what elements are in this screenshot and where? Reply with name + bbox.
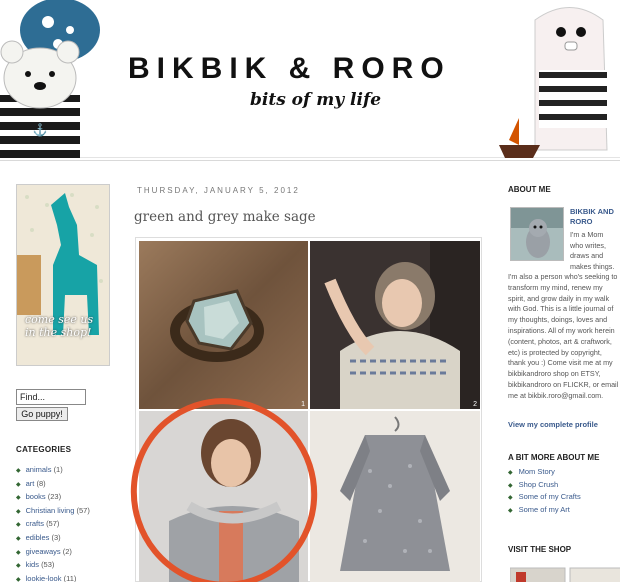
blog-title[interactable]: BIKBIK & RORO	[128, 52, 478, 86]
more-about-item[interactable]: ◆ Some of my Crafts	[508, 491, 581, 504]
more-about-heading: A BIT MORE ABOUT ME	[508, 453, 600, 462]
bullet-icon: ◆	[508, 495, 513, 501]
about-me-heading: ABOUT ME	[508, 185, 551, 194]
about-text-short: I'm a Mom who writes, draws and makes th…	[570, 230, 615, 271]
bullet-icon: ◆	[508, 507, 513, 514]
bullet-icon: ◆	[16, 576, 21, 582]
blog-header: ⚓ BIKBIK & RORO bits of my life	[0, 0, 620, 158]
bullet-icon: ◆	[16, 535, 21, 542]
view-profile-link[interactable]: View my complete profile	[508, 420, 598, 429]
bullet-icon: ◆	[16, 481, 21, 488]
sweater-model-photo	[310, 241, 480, 409]
author-name[interactable]: BIKBIK AND RORO	[570, 207, 614, 227]
bullet-icon: ◆	[16, 522, 21, 529]
plush-cat-photo	[511, 208, 563, 260]
more-about-item[interactable]: ◆ Some of my Art	[508, 504, 581, 517]
blog-subtitle: bits of my life	[250, 90, 382, 110]
ring-photo	[139, 241, 308, 409]
post-title[interactable]: green and grey make sage	[134, 209, 316, 225]
bullet-icon: ◆	[16, 508, 21, 515]
shop-badge-caption: come see us in the shop!	[25, 313, 94, 339]
categories-heading: CATEGORIES	[16, 445, 72, 454]
visit-shop-heading: VISIT THE SHOP	[508, 545, 572, 554]
bullet-icon: ◆	[508, 482, 513, 489]
plush-bear-illustration: ⚓	[0, 0, 100, 158]
more-about-item[interactable]: ◆ Shop Crush	[508, 479, 581, 492]
more-about-item[interactable]: ◆ Mom Story	[508, 466, 581, 479]
bullet-icon: ◆	[16, 495, 21, 502]
bullet-icon: ◆	[16, 468, 21, 474]
photo-tile-ring[interactable]: 1	[139, 241, 308, 409]
bullet-icon: ◆	[508, 470, 513, 476]
profile-photo[interactable]	[510, 207, 564, 261]
photo-mosaic: 1 2	[130, 237, 482, 582]
shop-badge-image[interactable]: come see us in the shop!	[16, 184, 110, 366]
bullet-icon: ◆	[16, 549, 21, 556]
photo-tile-sweater-model[interactable]: 2	[310, 241, 480, 409]
search-input[interactable]	[16, 389, 86, 405]
plush-ghost-illustration	[499, 7, 608, 158]
svg-text:⚓: ⚓	[33, 123, 48, 137]
bullet-icon: ◆	[16, 563, 21, 570]
tile-number: 2	[473, 401, 477, 408]
search-button[interactable]: Go puppy!	[16, 407, 68, 421]
about-text-long: I'm also a person who's seeking to trans…	[508, 272, 619, 400]
more-about-list: ◆ Mom Story ◆ Shop Crush ◆ Some of my Craft…	[508, 466, 581, 516]
post-date: THURSDAY, JANUARY 5, 2012	[137, 186, 300, 195]
highlight-circle	[130, 398, 318, 582]
shop-thumbnails[interactable]	[510, 566, 620, 582]
header-divider	[0, 160, 620, 161]
